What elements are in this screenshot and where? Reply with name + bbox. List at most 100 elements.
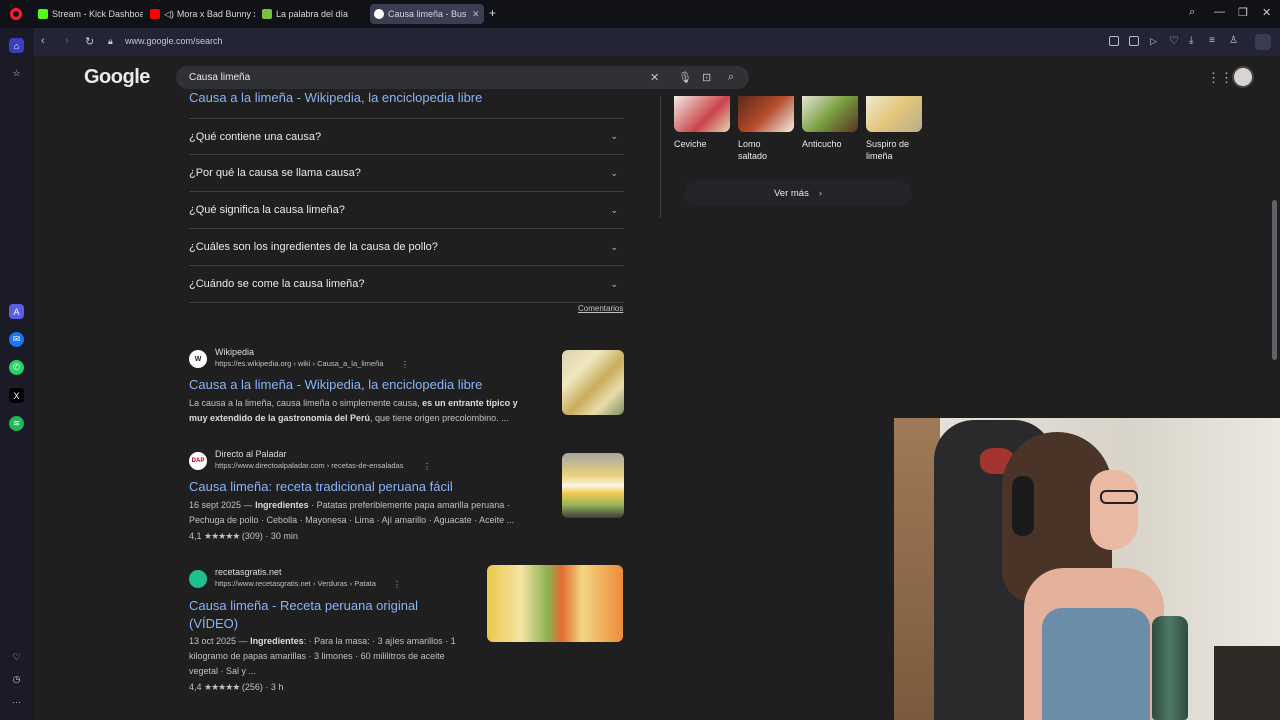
speaker-icon[interactable]: ◁) xyxy=(164,9,174,20)
feedback-link[interactable]: Comentarios xyxy=(578,304,623,313)
result-title[interactable]: Causa a la limeña - Wikipedia, la encicl… xyxy=(189,377,482,392)
star-icon[interactable]: ☆ xyxy=(9,66,24,81)
faq-item[interactable]: ¿Qué significa la causa limeña? ⌄ xyxy=(189,192,624,229)
search-input[interactable] xyxy=(189,70,629,85)
chevron-right-icon: › xyxy=(818,187,823,199)
aria-icon[interactable]: A xyxy=(9,304,24,319)
tab-youtube[interactable]: ◁) Mora x Bad Bunny x S xyxy=(150,4,255,24)
result-title[interactable]: Causa limeña - Receta peruana original (… xyxy=(189,597,418,633)
opera-logo-icon[interactable] xyxy=(10,8,22,20)
thermos xyxy=(1152,616,1188,720)
heart-icon[interactable]: ♡ xyxy=(9,650,24,665)
more-options-icon[interactable]: ⋮ xyxy=(393,580,401,589)
rating-stars: ★★★★★ xyxy=(204,531,240,541)
tab-google-search[interactable]: Causa limeña - Buscar ✕ xyxy=(370,4,484,24)
recetasgratis-thumbnail[interactable] xyxy=(487,565,623,642)
lens-icon[interactable]: ⊡ xyxy=(702,71,711,84)
x-icon[interactable]: X xyxy=(9,388,24,403)
ver-mas-button[interactable]: Ver más › xyxy=(684,180,912,206)
faq-item[interactable]: ¿Qué contiene una causa? ⌄ xyxy=(189,118,624,155)
palabra-icon xyxy=(262,9,272,19)
tab-label: Stream - Kick Dashboard xyxy=(52,9,143,19)
faq-question: ¿Cuándo se come la causa limeña? xyxy=(189,278,365,290)
faq-item[interactable]: ¿Cuándo se come la causa limeña? ⌄ xyxy=(189,266,624,303)
site-url[interactable]: https://www.recetasgratis.net › Verduras… xyxy=(215,579,376,588)
avatar[interactable] xyxy=(1232,66,1254,88)
desk xyxy=(1214,646,1280,720)
tab-label: La palabra del día xyxy=(276,9,349,19)
microphone-icon[interactable]: 🎙︎ xyxy=(678,71,692,84)
close-window-icon[interactable]: ✕ xyxy=(1262,6,1271,19)
search-box[interactable]: ✕ 🎙︎ ⊡ ⌕ xyxy=(176,66,749,89)
reload-icon[interactable]: ↻ xyxy=(85,35,94,48)
search-tabs-icon[interactable]: ⌕ xyxy=(1189,6,1195,19)
site-name[interactable]: recetasgratis.net xyxy=(215,567,282,577)
chevron-down-icon: ⌄ xyxy=(610,278,618,289)
tab-palabra[interactable]: La palabra del día xyxy=(262,4,362,24)
new-tab-button[interactable]: + xyxy=(489,6,496,20)
chevron-down-icon: ⌄ xyxy=(610,167,618,178)
rating-stars: ★★★★★ xyxy=(204,682,240,692)
more-options-icon[interactable]: ⋮ xyxy=(423,462,431,471)
download-icon[interactable]: ⤓ xyxy=(1189,35,1193,46)
edit-icon[interactable] xyxy=(1109,36,1119,46)
browser-sidebar: ⌂ ☆ A ✉ ✆ X ≋ ♡ ◷ ··· xyxy=(0,28,34,720)
ceviche-image[interactable] xyxy=(674,96,730,132)
camera-icon[interactable] xyxy=(1129,36,1139,46)
wikipedia-icon: W xyxy=(189,350,207,368)
site-url[interactable]: https://www.directoalpaladar.com › recet… xyxy=(215,461,403,470)
menu-icon[interactable]: ≡ xyxy=(1209,35,1215,46)
google-logo[interactable]: Google xyxy=(84,66,150,89)
home-icon[interactable]: ⌂ xyxy=(9,38,24,53)
top-result-link[interactable]: Causa a la limeña - Wikipedia, la encicl… xyxy=(189,90,482,105)
headphones xyxy=(1012,476,1034,536)
more-options-icon[interactable]: ⋮ xyxy=(401,360,409,369)
minimize-icon[interactable]: — xyxy=(1214,6,1225,18)
profile-icon[interactable]: ♙ xyxy=(1229,35,1238,46)
result-title[interactable]: Causa limeña: receta tradicional peruana… xyxy=(189,479,453,494)
play-icon[interactable]: ▷ xyxy=(1150,36,1157,47)
close-tab-icon[interactable]: ✕ xyxy=(472,9,480,20)
chevron-down-icon: ⌄ xyxy=(610,131,618,141)
person-face xyxy=(1090,470,1138,550)
tab-kick[interactable]: Stream - Kick Dashboard xyxy=(38,4,143,24)
glasses xyxy=(1100,490,1138,504)
anticucho-image[interactable] xyxy=(802,96,858,132)
site-name[interactable]: Wikipedia xyxy=(215,347,254,357)
clear-icon[interactable]: ✕ xyxy=(650,71,659,84)
lomo-saltado-image[interactable] xyxy=(738,96,794,132)
faq-item[interactable]: ¿Por qué la causa se llama causa? ⌄ xyxy=(189,155,624,192)
faq-question: ¿Por qué la causa se llama causa? xyxy=(189,167,361,179)
spotify-icon[interactable]: ≋ xyxy=(9,416,24,431)
site-url[interactable]: https://es.wikipedia.org › wiki › Causa_… xyxy=(215,359,383,368)
forward-icon[interactable]: › xyxy=(65,35,69,47)
faq-item[interactable]: ¿Cuáles son los ingredientes de la causa… xyxy=(189,229,624,266)
google-icon xyxy=(374,9,384,19)
lock-icon: 🔒︎ xyxy=(108,36,113,46)
chevron-down-icon: ⌄ xyxy=(610,204,618,215)
dish-label[interactable]: Anticucho xyxy=(802,138,860,150)
suspiro-image[interactable] xyxy=(866,96,922,132)
dish-label[interactable]: Suspiro de limeña xyxy=(866,138,921,162)
restore-icon[interactable]: ❐ xyxy=(1238,6,1248,19)
back-icon[interactable]: ‹ xyxy=(41,35,45,47)
dish-label[interactable]: Ceviche xyxy=(674,138,732,150)
directo-thumbnail[interactable] xyxy=(562,453,624,518)
scrollbar-thumb[interactable] xyxy=(1272,200,1277,360)
kick-icon xyxy=(38,9,48,19)
search-icon[interactable]: ⌕ xyxy=(728,71,734,84)
youtube-icon xyxy=(150,9,160,19)
tank-top xyxy=(1042,608,1150,720)
result-snippet: La causa a la limeña, causa limeña o sim… xyxy=(189,398,518,423)
whatsapp-icon[interactable]: ✆ xyxy=(9,360,24,375)
messenger-icon[interactable]: ✉ xyxy=(9,332,24,347)
dish-label[interactable]: Lomo saltado xyxy=(738,138,778,162)
site-name[interactable]: Directo al Paladar xyxy=(215,449,287,459)
more-icon[interactable]: ··· xyxy=(9,694,24,709)
url-field[interactable]: www.google.com/search xyxy=(125,36,223,46)
extension-icon[interactable] xyxy=(1255,34,1271,50)
wikipedia-thumbnail[interactable] xyxy=(562,350,624,415)
tab-label: Causa limeña - Buscar xyxy=(388,9,466,19)
heart-icon[interactable]: ♡ xyxy=(1169,34,1179,47)
history-icon[interactable]: ◷ xyxy=(9,672,24,687)
